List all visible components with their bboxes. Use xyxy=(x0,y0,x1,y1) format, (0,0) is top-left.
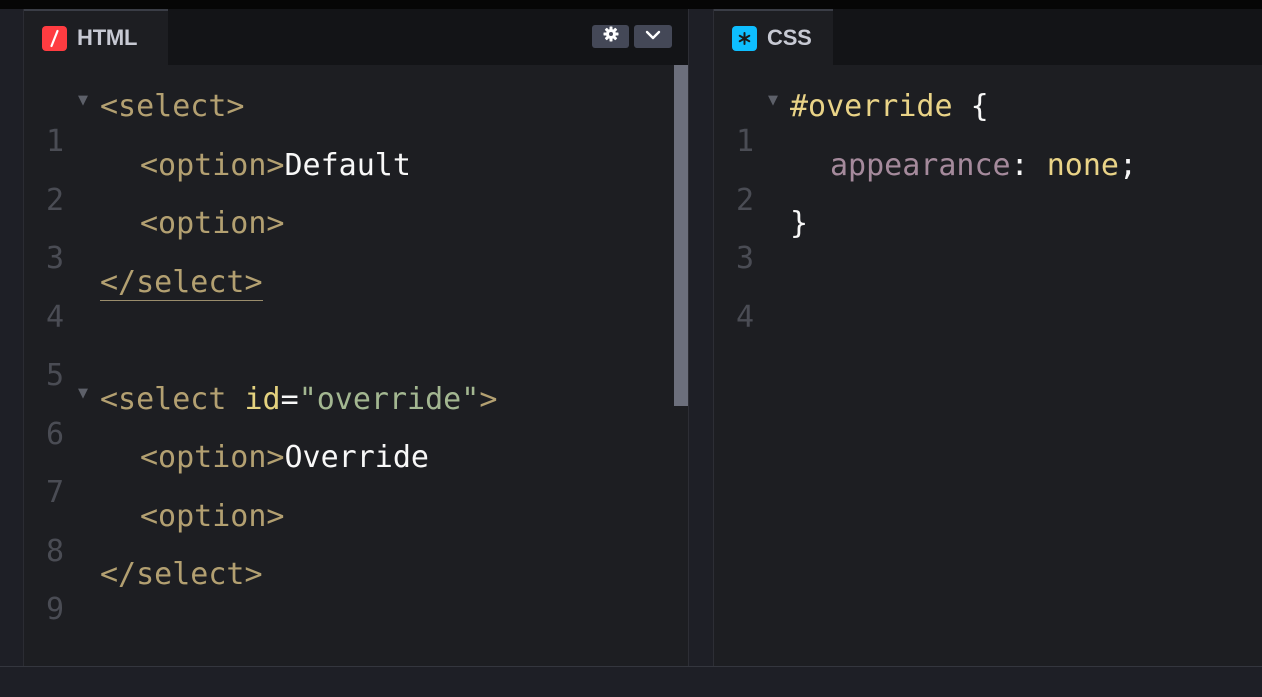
css-pane-header: CSS xyxy=(714,9,1262,65)
gear-icon xyxy=(603,26,619,47)
collapse-button[interactable] xyxy=(634,25,672,48)
code-token: Override xyxy=(284,440,430,475)
bottom-status-bar xyxy=(0,666,1262,692)
code-token: } xyxy=(790,206,809,241)
code-token: <select xyxy=(100,382,245,417)
code-token: appearance xyxy=(830,148,1011,183)
code-token: <select> xyxy=(100,89,245,124)
code-token: { xyxy=(952,89,989,124)
code-token: <option> xyxy=(140,440,285,475)
tab-label: HTML xyxy=(77,25,138,50)
left-edge-strip xyxy=(0,9,24,666)
settings-button[interactable] xyxy=(592,25,629,48)
code-token: : xyxy=(1010,148,1047,183)
code-token: <option> xyxy=(140,499,285,534)
code-line: 3 <option> xyxy=(24,206,285,276)
code-token: > xyxy=(479,382,498,417)
code-token: <option> xyxy=(140,206,285,241)
line-number: 9 xyxy=(45,592,64,627)
code-token: <option> xyxy=(140,148,285,183)
code-line: 1 ▼ #override { xyxy=(714,89,989,159)
code-token: #override xyxy=(790,89,953,124)
tab-html[interactable]: HTML xyxy=(24,9,168,65)
code-line: 6 ▼ <select id="override"> xyxy=(24,382,497,452)
code-token: = xyxy=(280,382,299,417)
code-token: Default xyxy=(284,148,411,183)
html-editor-scrollbar[interactable] xyxy=(674,65,688,406)
fold-arrow-icon[interactable]: ▼ xyxy=(78,93,88,108)
line-number: 4 xyxy=(735,300,754,335)
code-line: 5 xyxy=(24,323,132,393)
code-line: 7 <option>Override xyxy=(24,440,429,510)
code-line: 1 ▼ <select> xyxy=(24,89,245,159)
code-token: ; xyxy=(1119,148,1138,183)
code-token: none xyxy=(1046,148,1119,183)
code-line: 4 xyxy=(714,265,822,335)
code-line: 3 } xyxy=(714,206,822,276)
code-line: 4 </select> xyxy=(24,265,263,335)
css-editor-pane: CSS 1 ▼ #override { 2 appearance: none; … xyxy=(714,9,1262,666)
code-token: id xyxy=(244,382,281,417)
tab-label: CSS xyxy=(767,25,812,50)
css-code-editor[interactable]: 1 ▼ #override { 2 appearance: none; 3 } … xyxy=(714,65,1262,666)
html-slash-icon xyxy=(42,25,67,51)
css-asterisk-icon xyxy=(732,25,757,51)
html-code-editor[interactable]: 1 ▼ <select> 2 <option>Default 3 <option… xyxy=(24,65,688,666)
code-line: 9 </select> xyxy=(24,557,263,627)
code-line: 2 appearance: none; xyxy=(714,148,1137,218)
fold-arrow-icon[interactable]: ▼ xyxy=(78,386,88,401)
html-editor-pane: HTML 1 ▼ <select> 2 <option>Default 3 <o… xyxy=(24,9,688,666)
code-token: </select> xyxy=(100,265,263,301)
code-token: "override" xyxy=(298,382,480,417)
code-line: 2 <option>Default xyxy=(24,148,411,218)
code-token: </select> xyxy=(100,557,263,592)
tab-css[interactable]: CSS xyxy=(714,9,833,65)
window-top-bar xyxy=(0,0,1262,9)
html-pane-header: HTML xyxy=(24,9,688,65)
fold-arrow-icon[interactable]: ▼ xyxy=(768,93,778,108)
pane-resize-divider[interactable] xyxy=(688,9,714,666)
chevron-down-icon xyxy=(645,28,661,46)
code-line: 8 <option> xyxy=(24,499,285,569)
